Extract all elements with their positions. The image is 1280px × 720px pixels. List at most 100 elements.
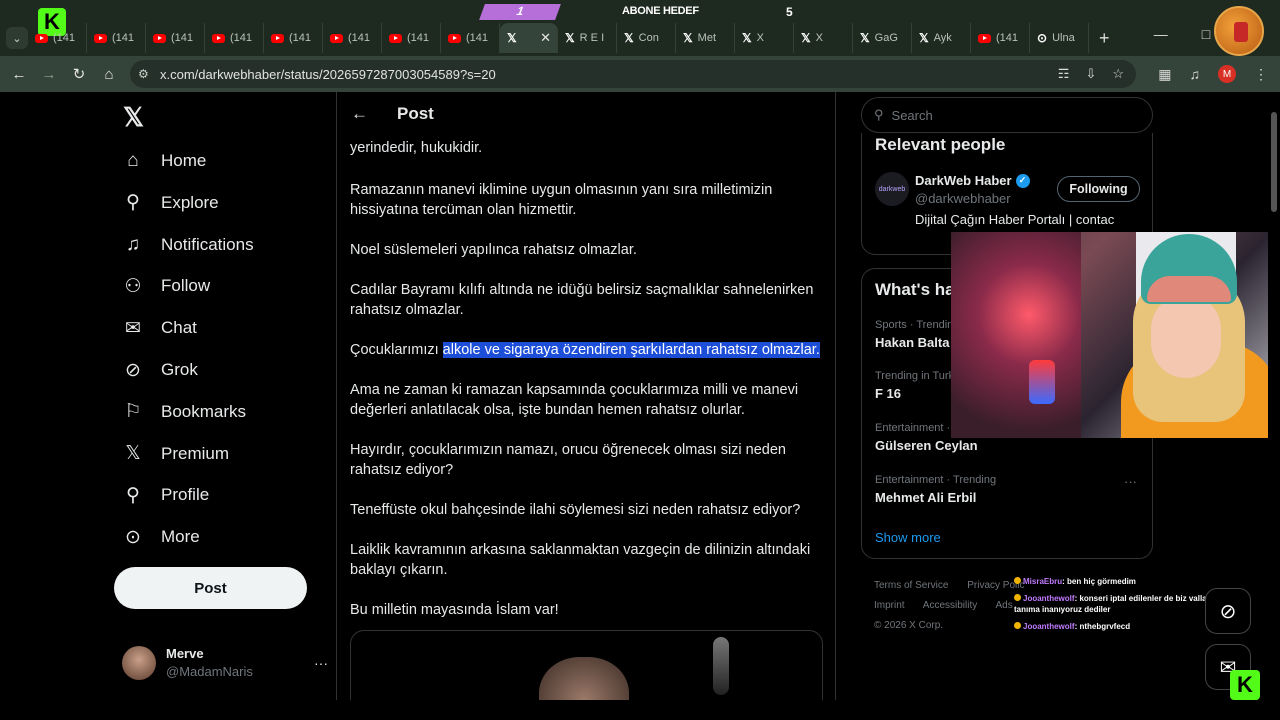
nav-item-premium[interactable]: 𝕏 Premium	[122, 443, 229, 465]
browser-tab[interactable]: (141	[264, 23, 323, 53]
browser-tab[interactable]: (141	[28, 23, 87, 53]
browser-tab[interactable]: 𝕏 GaG	[853, 23, 912, 53]
browser-tab[interactable]: 𝕏X	[735, 23, 794, 53]
x-icon: 𝕏	[125, 443, 141, 465]
page-scrollbar[interactable]	[1268, 92, 1280, 700]
tab-label: (141	[466, 32, 489, 44]
x-icon: 𝕏	[801, 31, 811, 45]
browser-tab[interactable]: 𝕏R E I	[558, 23, 617, 53]
maximize-icon[interactable]: □	[1202, 26, 1210, 43]
browser-menu-icon[interactable]: ⋮	[1254, 66, 1268, 83]
address-bar[interactable]: ⚙ x.com/darkwebhaber/status/202659728700…	[130, 60, 1136, 88]
back-arrow-icon[interactable]: ←	[351, 104, 371, 124]
browser-profile-avatar[interactable]: M	[1218, 65, 1236, 83]
nav-item-home[interactable]: ⌂ Home	[122, 150, 206, 172]
install-app-icon[interactable]: ⇩	[1085, 66, 1096, 82]
new-tab-plus-icon[interactable]: +	[1099, 28, 1110, 49]
browser-tab[interactable]: (141	[87, 23, 146, 53]
home-page-icon[interactable]: ⌂	[94, 66, 124, 83]
post-paragraph: Noel süslemeleri yapılınca rahatsız olma…	[350, 242, 637, 258]
nav-item-label: Notifications	[161, 234, 254, 254]
footer-link[interactable]: Imprint	[874, 600, 905, 611]
avatar[interactable]: darkweb	[875, 172, 909, 206]
avatar	[122, 646, 156, 680]
bell-icon: ♫	[125, 233, 141, 255]
x-icon: 𝕏	[742, 31, 752, 45]
nav-item-more[interactable]: ⊙ More	[122, 526, 200, 548]
nav-item-explore[interactable]: ⚲ Explore	[122, 192, 219, 214]
bookmark-icon: ⚐	[124, 401, 142, 423]
streamer-webcam-overlay	[951, 232, 1280, 438]
browser-tab[interactable]: 𝕏X	[794, 23, 853, 53]
post-paragraph: Ramazanın manevi iklimine uygun olmasını…	[350, 182, 773, 218]
bottom-strip	[0, 700, 1280, 720]
nav-item-bookmarks[interactable]: ⚐ Bookmarks	[122, 401, 246, 423]
more-dots-icon[interactable]: ···	[1124, 474, 1137, 489]
following-button[interactable]: Following	[1057, 176, 1140, 202]
nav-item-grok[interactable]: ⊘ Grok	[122, 359, 198, 381]
webcam-cap	[1147, 276, 1231, 302]
mail-icon: ✉	[125, 317, 141, 339]
show-more-link[interactable]: Show more	[875, 530, 941, 545]
translate-icon[interactable]: ☶	[1058, 66, 1070, 82]
relevant-person-name-text[interactable]: DarkWeb Haber	[915, 173, 1012, 188]
post-button[interactable]: Post	[114, 567, 307, 609]
tab-label: (141	[407, 32, 430, 44]
account-handle: @MadamNaris	[166, 664, 253, 679]
relevant-person-handle[interactable]: @darkwebhaber	[915, 191, 1011, 206]
browser-tab[interactable]: (141	[323, 23, 382, 53]
scrollbar-thumb[interactable]	[1271, 112, 1277, 212]
tab-label: (141	[230, 32, 253, 44]
kick-logo-overlay: K	[1230, 670, 1260, 700]
footer-link[interactable]: Accessibility	[923, 600, 977, 611]
post-paragraph: Cadılar Bayramı kılıfı altında ne idüğü …	[350, 282, 814, 318]
back-arrow-icon[interactable]: ←	[4, 66, 34, 83]
forward-arrow-icon[interactable]: →	[34, 66, 64, 83]
tab-search-chevron-icon[interactable]: ⌄	[6, 27, 28, 49]
site-settings-icon[interactable]: ⚙	[138, 67, 160, 81]
browser-tab[interactable]: 𝕏 Con	[617, 23, 676, 53]
post-paragraph: Ama ne zaman ki ramazan kapsamında çocuk…	[350, 382, 799, 418]
browser-tab[interactable]: (141	[971, 23, 1030, 53]
minimize-icon[interactable]: —	[1154, 26, 1168, 43]
browser-tab[interactable]: (141	[205, 23, 264, 53]
chat-username: MisraEbru	[1023, 577, 1063, 586]
more-dots-icon[interactable]: ···	[314, 655, 328, 671]
footer-link[interactable]: Ads	[996, 600, 1013, 611]
url-text[interactable]: x.com/darkwebhaber/status/20265972870030…	[160, 67, 496, 82]
youtube-icon	[271, 33, 284, 43]
webcam-room	[951, 232, 1081, 438]
tab-bar: ⌄ (141 (141 (141 (141 (141 (141 (141 (141 𝕏 ✕ 𝕏 R E…	[0, 20, 1280, 56]
browser-tab[interactable]: ⊙ Ulna	[1030, 23, 1089, 53]
browser-tab[interactable]: (141	[441, 23, 500, 53]
browser-tab[interactable]: 𝕏 Met	[676, 23, 735, 53]
tab-close-icon[interactable]: ✕	[540, 30, 551, 46]
nav-item-notifications[interactable]: ♫ Notifications	[122, 234, 254, 256]
post-text: Çocuklarımızı	[350, 342, 443, 358]
media-controls-icon[interactable]: ♫	[1190, 66, 1201, 82]
account-switcher[interactable]: Merve @MadamNaris ···	[122, 646, 328, 680]
footer-link[interactable]: Terms of Service	[874, 580, 948, 591]
trend-item[interactable]: Entertainment · Trending Mehmet Ali Erbil…	[875, 474, 1145, 505]
browser-tab[interactable]: 𝕏 ✕	[500, 23, 558, 53]
extensions-icon[interactable]: ▦	[1158, 66, 1171, 83]
nav-item-profile[interactable]: ⚲ Profile	[122, 484, 209, 506]
tab-label: X	[815, 32, 824, 44]
nav-item-label: Follow	[161, 276, 211, 296]
search-input[interactable]: ⚲ Search	[861, 97, 1153, 133]
x-logo-icon[interactable]: 𝕏	[123, 102, 144, 133]
nav-item-chat[interactable]: ✉ Chat	[122, 317, 197, 339]
chat-message: Jooanthewolf: nthebgrvfecd	[1014, 621, 1214, 632]
browser-tab[interactable]: (141	[146, 23, 205, 53]
chat-text: nthebgrvfecd	[1079, 622, 1131, 631]
bookmark-star-icon[interactable]: ☆	[1112, 66, 1124, 82]
browser-tab[interactable]: (141	[382, 23, 441, 53]
nav-item-label: Explore	[161, 192, 219, 212]
nav-item-follow[interactable]: ⚇ Follow	[122, 275, 210, 297]
grok-icon[interactable]: ⊘	[1205, 588, 1251, 634]
browser-tab[interactable]: 𝕏 Ayk	[912, 23, 971, 53]
youtube-icon	[389, 33, 402, 43]
relevant-person-name[interactable]: DarkWeb Haber ✓	[915, 173, 1030, 188]
reload-icon[interactable]: ↻	[64, 65, 94, 83]
x-icon: 𝕏	[919, 31, 929, 45]
